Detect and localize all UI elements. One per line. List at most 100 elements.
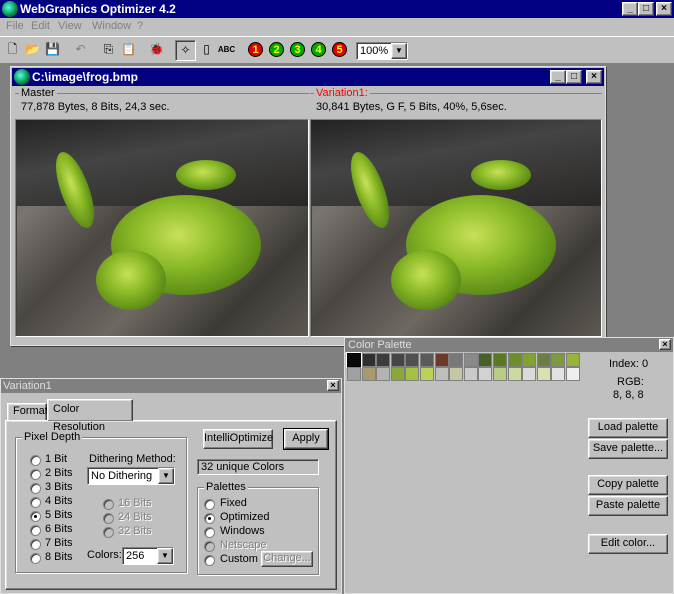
app-icon[interactable] [2, 1, 18, 17]
palette-swatch[interactable] [551, 353, 566, 367]
load-palette-button[interactable]: Load palette [588, 418, 668, 438]
palette-swatch[interactable] [420, 367, 434, 381]
undo-icon[interactable]: ↶ [70, 40, 91, 61]
palette-swatch[interactable] [566, 367, 580, 381]
palette-swatch[interactable] [347, 367, 361, 381]
radio-32-bits[interactable] [103, 527, 114, 538]
new-file-icon[interactable]: 🗋 [2, 40, 23, 61]
palette-swatch[interactable] [478, 367, 493, 381]
menu-window[interactable]: Window [92, 20, 131, 32]
image-minimize-button[interactable]: _ [550, 70, 566, 84]
palette-swatch[interactable] [522, 367, 537, 381]
chevron-down-icon[interactable]: ▼ [158, 468, 174, 484]
colors-select[interactable]: 256 ▼ [122, 547, 174, 565]
palette-swatch[interactable] [566, 353, 580, 367]
palette-swatch[interactable] [434, 367, 449, 381]
menu-file[interactable]: File [6, 20, 24, 32]
palette-swatch[interactable] [507, 353, 522, 367]
palette-swatch[interactable] [390, 367, 405, 381]
palette-swatch[interactable] [361, 353, 376, 367]
chevron-down-icon[interactable]: ▼ [391, 43, 407, 59]
tab-format[interactable]: Format [7, 403, 48, 421]
radio-7-bits[interactable] [30, 539, 41, 550]
variation-image[interactable] [310, 119, 602, 337]
palette-swatch[interactable] [405, 367, 420, 381]
palette-swatch[interactable] [536, 353, 551, 367]
variation-1-button[interactable]: 1 [245, 40, 266, 61]
zoom-select[interactable]: 100% ▼ [356, 42, 408, 60]
radio-8-bits[interactable] [30, 553, 41, 564]
variation-2-button[interactable]: 2 [266, 40, 287, 61]
radio-24-bits[interactable] [103, 513, 114, 524]
document-window-icon[interactable] [14, 69, 30, 85]
radio-palette-fixed[interactable] [204, 499, 215, 510]
paste-icon[interactable]: 📋 [118, 40, 139, 61]
radio-3-bits[interactable] [30, 483, 41, 494]
save-icon[interactable]: 💾 [42, 40, 63, 61]
menu-edit[interactable]: Edit [31, 20, 50, 32]
radio-palette-custom[interactable] [204, 555, 215, 566]
palette-swatch[interactable] [346, 352, 362, 368]
image-maximize-button[interactable]: □ [566, 70, 582, 84]
color-palette-close-button[interactable]: × [659, 339, 671, 350]
palette-swatch[interactable] [376, 367, 391, 381]
variation-panel-title-bar[interactable]: Variation1 × [1, 379, 341, 393]
app-title-bar[interactable]: WebGraphics Optimizer 4.2 _ □ × [0, 0, 674, 18]
chevron-down-icon[interactable]: ▼ [157, 548, 173, 564]
paste-palette-button[interactable]: Paste palette [588, 496, 668, 516]
radio-palette-netscape[interactable] [204, 541, 215, 552]
palette-swatch[interactable] [493, 367, 507, 381]
variation-panel-close-button[interactable]: × [327, 380, 339, 391]
radio-palette-windows[interactable] [204, 527, 215, 538]
palette-swatch[interactable] [449, 353, 464, 367]
palette-swatch[interactable] [463, 367, 478, 381]
palette-swatch[interactable] [449, 367, 464, 381]
palette-swatch[interactable] [507, 367, 522, 381]
menu-help[interactable]: ? [137, 20, 143, 32]
palette-swatch[interactable] [434, 353, 449, 367]
intellioptimize-button[interactable]: IntelliOptimize [203, 429, 273, 449]
palette-swatch[interactable] [493, 353, 507, 367]
radio-2-bits[interactable] [30, 469, 41, 480]
edit-color-button[interactable]: Edit color... [588, 534, 668, 554]
bug-icon[interactable]: 🐞 [146, 40, 167, 61]
palette-swatch[interactable] [478, 353, 493, 367]
copy-icon[interactable]: ⎘ [98, 40, 119, 61]
palette-swatch[interactable] [361, 367, 376, 381]
spellcheck-icon[interactable]: ABC [216, 40, 237, 61]
variation-4-button[interactable]: 4 [308, 40, 329, 61]
color-palette-title-bar[interactable]: Color Palette × [345, 338, 673, 352]
radio-6-bits[interactable] [30, 525, 41, 536]
dithering-method-select[interactable]: No Dithering ▼ [87, 467, 175, 485]
radio-1-bit[interactable] [30, 455, 41, 466]
change-palette-button[interactable]: Change... [261, 551, 313, 567]
image-close-button[interactable]: × [586, 70, 602, 84]
copy-palette-button[interactable]: Copy palette [588, 475, 668, 495]
radio-5-bits[interactable] [30, 511, 41, 522]
radio-4-bits[interactable] [30, 497, 41, 508]
palette-swatch[interactable] [420, 353, 434, 367]
open-folder-icon[interactable]: 📂 [22, 40, 43, 61]
palette-swatch[interactable] [376, 353, 391, 367]
radio-16-bits[interactable] [103, 499, 114, 510]
minimize-button[interactable]: _ [622, 2, 638, 16]
variation-5-button[interactable]: 5 [329, 40, 350, 61]
palette-swatch[interactable] [463, 353, 478, 367]
document-icon[interactable]: ▯ [196, 40, 217, 61]
variation-3-button[interactable]: 3 [287, 40, 308, 61]
palette-swatch[interactable] [405, 353, 420, 367]
close-button[interactable]: × [656, 2, 672, 16]
palette-swatch[interactable] [536, 367, 551, 381]
magic-wand-icon[interactable]: ✧ [175, 40, 196, 61]
radio-palette-optimized[interactable] [204, 513, 215, 524]
palette-swatch[interactable] [390, 353, 405, 367]
menu-view[interactable]: View [58, 20, 82, 32]
palette-swatch[interactable] [551, 367, 566, 381]
palette-swatch[interactable] [522, 353, 537, 367]
save-palette-button[interactable]: Save palette... [588, 439, 668, 459]
master-image[interactable] [15, 119, 309, 337]
image-window-title-bar[interactable]: C:\image\frog.bmp _ □ × [12, 68, 604, 86]
tab-color-resolution[interactable]: Color Resolution [47, 399, 133, 433]
maximize-button[interactable]: □ [638, 2, 654, 16]
apply-button[interactable]: Apply [283, 428, 329, 450]
